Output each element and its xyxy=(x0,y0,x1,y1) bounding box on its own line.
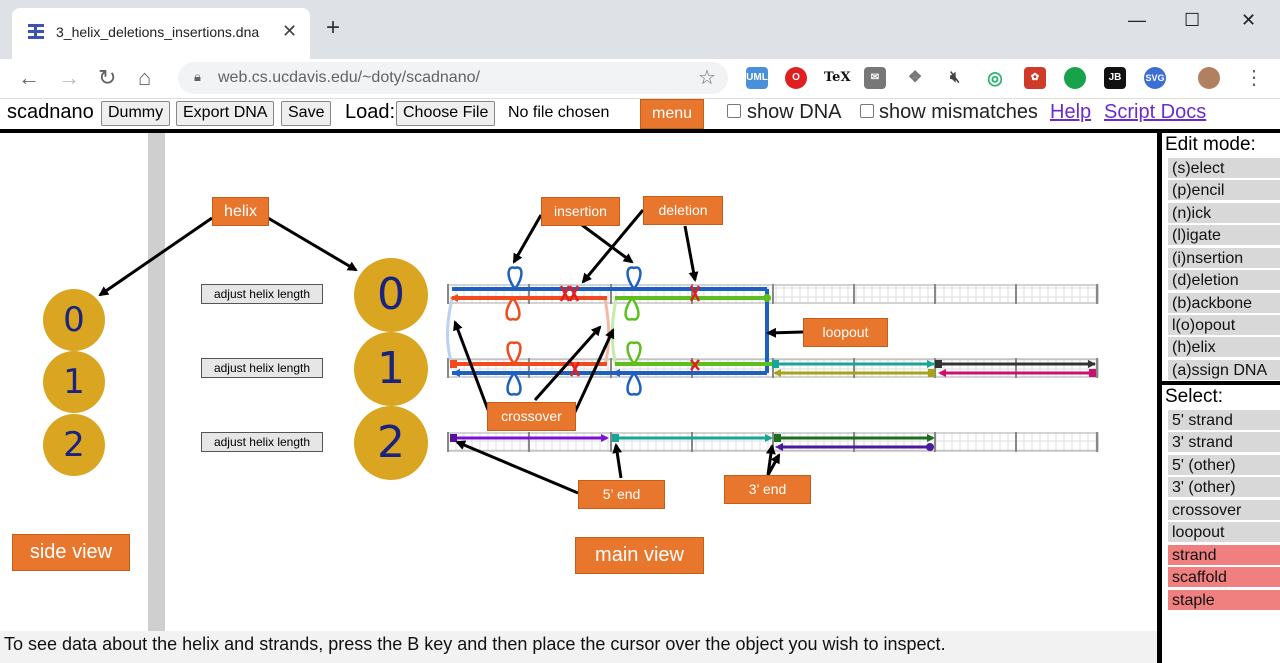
select-5-other[interactable]: 5' (other) xyxy=(1168,455,1280,476)
crossover-callout: crossover xyxy=(487,402,576,431)
close-window-icon[interactable]: ✕ xyxy=(1241,10,1256,31)
select-scaffold[interactable]: scaffold xyxy=(1168,567,1280,588)
select-strand[interactable]: strand xyxy=(1168,545,1280,566)
five-end-callout: 5’ end xyxy=(578,480,665,509)
more-menu-icon[interactable]: ⋮ xyxy=(1244,65,1264,90)
loopout-callout: loopout xyxy=(803,318,888,347)
deletion-callout: deletion xyxy=(643,196,723,225)
main-view-callout: main view xyxy=(575,537,704,574)
maximize-icon[interactable]: ☐ xyxy=(1184,10,1200,31)
select-staple[interactable]: staple xyxy=(1168,590,1280,611)
edit-mode-title: Edit mode: xyxy=(1165,134,1256,155)
mode-deletion[interactable]: (d)eletion xyxy=(1168,270,1280,291)
select-loopout[interactable]: loopout xyxy=(1168,522,1280,543)
select-title: Select: xyxy=(1165,386,1224,407)
crossover-line[interactable] xyxy=(603,298,611,366)
edit-mode-panel: Edit mode: (s)elect (p)encil (n)ick (l)i… xyxy=(1162,133,1280,663)
mode-backbone[interactable]: (b)ackbone xyxy=(1168,293,1280,314)
mode-select[interactable]: (s)elect xyxy=(1168,158,1280,179)
status-footer: To see data about the helix and strands,… xyxy=(0,631,1157,663)
select-3-strand[interactable]: 3' strand xyxy=(1168,432,1280,453)
strand-red[interactable] xyxy=(450,294,607,368)
crossover-line[interactable] xyxy=(446,298,454,366)
profile-avatar[interactable] xyxy=(1198,67,1220,89)
mode-loopout[interactable]: l(o)opout xyxy=(1168,315,1280,336)
mode-ligate[interactable]: (l)igate xyxy=(1168,225,1280,246)
select-3-other[interactable]: 3' (other) xyxy=(1168,477,1280,498)
panel-separator xyxy=(1162,381,1280,385)
mode-helix[interactable]: (h)elix xyxy=(1168,337,1280,358)
insertion-callout: insertion xyxy=(541,197,620,226)
helix-callout: helix xyxy=(212,197,269,226)
mode-insertion[interactable]: (i)nsertion xyxy=(1168,248,1280,269)
mode-nick[interactable]: (n)ick xyxy=(1168,203,1280,224)
mode-assign-dna[interactable]: (a)ssign DNA xyxy=(1168,360,1280,381)
side-view-callout: side view xyxy=(12,534,130,571)
select-5-strand[interactable]: 5' strand xyxy=(1168,410,1280,431)
select-crossover[interactable]: crossover xyxy=(1168,500,1280,521)
mode-pencil[interactable]: (p)encil xyxy=(1168,180,1280,201)
three-end-callout: 3’ end xyxy=(724,475,811,504)
